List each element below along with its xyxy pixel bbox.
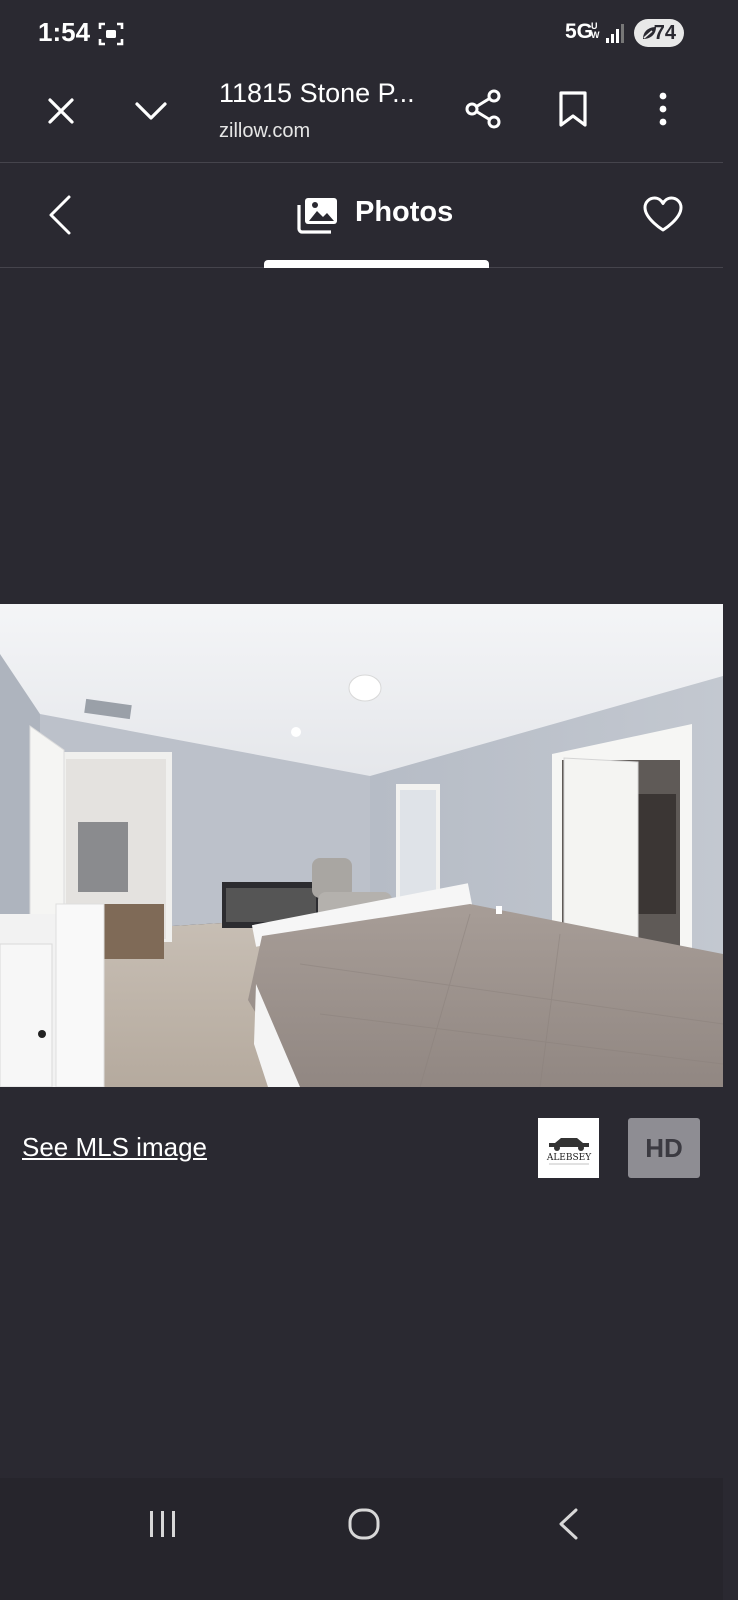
more-vertical-icon <box>659 92 667 126</box>
signal-icon <box>606 24 624 43</box>
close-icon <box>48 98 74 124</box>
home-button[interactable] <box>342 1502 386 1546</box>
favorite-button[interactable] <box>640 191 686 237</box>
photos-icon <box>297 198 337 234</box>
share-icon <box>465 89 501 129</box>
close-button[interactable] <box>40 90 82 132</box>
power-saving-icon <box>643 27 656 39</box>
battery-indicator: 74 <box>634 19 684 47</box>
system-back-button[interactable] <box>550 1502 586 1546</box>
hd-toggle-button[interactable]: HD <box>628 1118 700 1178</box>
listing-photo[interactable] <box>0 604 723 1087</box>
page-title[interactable]: 11815 Stone P... <box>219 78 415 109</box>
bookmark-icon <box>559 91 587 127</box>
chevron-left-icon <box>49 195 71 235</box>
status-bar: 1:54 5G UW 74 <box>0 0 723 68</box>
photos-header: Photos <box>0 163 723 268</box>
more-options-button[interactable] <box>646 86 680 132</box>
see-mls-image-link[interactable]: See MLS image <box>22 1132 207 1163</box>
battery-level: 74 <box>653 22 676 44</box>
back-icon <box>559 1508 578 1540</box>
recent-apps-icon <box>150 1511 175 1537</box>
back-button[interactable] <box>40 191 80 239</box>
status-time: 1:54 <box>38 17 91 47</box>
bedroom-photo <box>0 604 723 1087</box>
share-button[interactable] <box>460 86 506 132</box>
brokerage-logo-image: ALEBSEY <box>545 1138 592 1165</box>
screenshot-icon <box>98 22 124 46</box>
browser-toolbar: 11815 Stone P... zillow.com <box>0 68 723 163</box>
active-tab-indicator <box>264 260 489 268</box>
heart-icon <box>643 196 683 232</box>
system-navigation-bar <box>0 1478 723 1600</box>
home-icon <box>348 1508 380 1540</box>
recent-apps-button[interactable] <box>140 1504 186 1544</box>
bookmark-button[interactable] <box>552 86 594 132</box>
minimize-button[interactable] <box>130 90 172 132</box>
chevron-down-icon <box>135 102 167 120</box>
brokerage-logo: ALEBSEY <box>538 1118 599 1178</box>
network-type: 5G <box>565 20 594 43</box>
svg-text:ALEBSEY: ALEBSEY <box>545 1153 591 1163</box>
network-subtype: UW <box>591 21 600 40</box>
page-url[interactable]: zillow.com <box>219 120 310 143</box>
photos-tab-label[interactable]: Photos <box>355 196 453 229</box>
